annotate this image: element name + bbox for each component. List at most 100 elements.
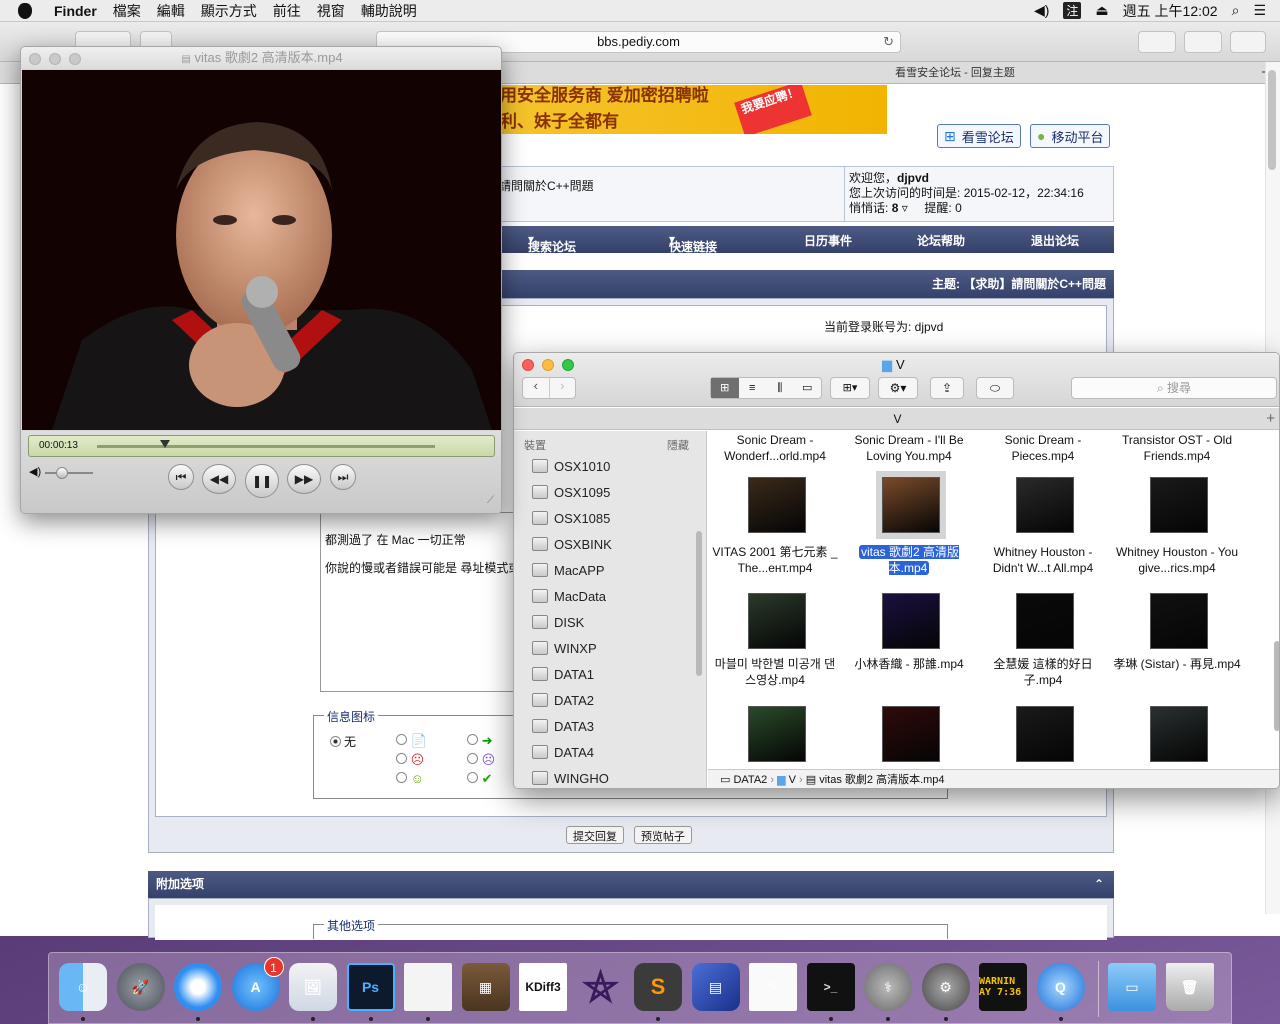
sidebar-scroll-thumb[interactable] [696,531,702,676]
sidebar-device-macdata[interactable]: MacData [532,583,606,609]
icon-option-check[interactable]: ✔ [467,771,493,787]
icon-option-arrow[interactable]: ➜ [467,733,493,749]
tag-icon[interactable]: ⬭ [976,377,1014,399]
arrange-button[interactable]: ⊞▾ [830,377,870,399]
close-button[interactable] [29,53,41,65]
icon-view-icon[interactable]: ⊞ [711,378,739,398]
menu-app-name[interactable]: Finder [46,3,105,19]
sidebar-device-data3[interactable]: DATA3 [532,713,594,739]
finder-tab-title[interactable]: V [893,412,901,426]
finder-zoom-button[interactable] [562,359,574,371]
books-icon[interactable]: ▤ [691,963,740,1011]
path-folder[interactable]: V [789,774,796,786]
timeline-lcd[interactable]: 00:00:13 [28,435,495,457]
reload-icon[interactable]: ↻ [883,32,894,52]
timeline-track[interactable] [97,440,435,448]
video-thumbnail[interactable] [882,706,940,762]
textedit-icon[interactable] [404,963,452,1011]
trash-icon[interactable]: 🗑 [1165,963,1214,1011]
sidebar-device-osx1010[interactable]: OSX1010 [532,453,610,479]
sidebar-device-macapp[interactable]: MacAPP [532,557,605,583]
zoom-button[interactable] [69,53,81,65]
pause-button[interactable]: ❚❚ [245,464,279,498]
notes-icon[interactable]: ✎ [749,963,797,1011]
finder-close-button[interactable] [522,359,534,371]
sidebar-hide-button[interactable]: 隱藏 [667,437,689,453]
file-item[interactable]: Transistor OST - Old Friends.mp4 [1112,432,1242,464]
tab-active[interactable]: 看雪安全论坛 - 回复主题 [650,62,1260,84]
terminal-icon[interactable]: >_ [806,963,855,1011]
quicktime-icon[interactable]: Q [1036,963,1085,1011]
cover-flow-icon[interactable]: ▭ [794,378,822,398]
video-thumbnail[interactable] [1016,477,1074,533]
icon-option-angry[interactable]: ☹ [396,752,424,768]
nav-forum-help[interactable]: 论坛帮助 [917,232,965,249]
file-item[interactable]: vitas 歌劇2 高清版本.mp4 [844,544,974,576]
finder-minimize-button[interactable] [542,359,554,371]
icon-option-document[interactable]: 📄 [396,733,427,749]
finder-icon[interactable]: ☺ [59,963,107,1011]
kdiff3-icon[interactable]: KDiff3 [519,963,567,1011]
rewind-button[interactable]: ◀◀ [202,464,236,494]
menu-window[interactable]: 視窗 [309,1,353,21]
video-thumbnail[interactable] [748,593,806,649]
sidebar-device-winxp[interactable]: WINXP [532,635,597,661]
downloads-button[interactable] [1230,31,1266,53]
mobile-platform-button[interactable]: ● 移动平台 [1030,124,1111,148]
page-scroll-thumb[interactable] [1268,70,1276,170]
back-arrow-icon[interactable]: ‹ [523,378,549,398]
path-file[interactable]: vitas 歌劇2 高清版本.mp4 [819,774,944,786]
video-thumbnail[interactable] [748,477,806,533]
video-frame[interactable] [22,70,501,430]
submit-reply-button[interactable]: 提交回复 [566,826,624,844]
menu-help[interactable]: 輔助說明 [353,1,425,21]
video-thumbnail[interactable] [876,471,946,539]
sidebar-device-wingho[interactable]: WINGHO [532,765,609,788]
volume-slider[interactable] [45,467,93,479]
downloads-folder-icon[interactable]: ▭ [1108,963,1156,1011]
file-item[interactable]: Sonic Dream - I'll Be Loving You.mp4 [844,432,974,464]
file-item[interactable]: 小林香織 - 那誰.mp4 [844,656,974,672]
calculator-icon[interactable]: ▦ [461,963,510,1011]
file-item[interactable]: Whitney Houston - You give...rics.mp4 [1112,544,1242,576]
list-view-icon[interactable]: ≡ [739,378,767,398]
video-thumbnail[interactable] [1016,706,1074,762]
video-thumbnail[interactable] [1150,593,1208,649]
menu-edit[interactable]: 編輯 [149,1,193,21]
chevron-down-icon[interactable]: ▿ [902,201,908,215]
notification-center-icon[interactable]: ☰ [1253,2,1266,19]
volume-icon[interactable]: ◀) [1034,2,1049,19]
nav-calendar[interactable]: 日历事件 [804,232,852,249]
file-item[interactable]: Sonic Dream - Wonderf...orld.mp4 [710,432,840,464]
skip-back-button[interactable]: ⏮ [168,464,194,490]
sublime-icon[interactable]: S [634,963,682,1011]
video-thumbnail[interactable] [1016,593,1074,649]
view-mode-switcher[interactable]: ⊞ ≡ ⫼ ▭ [710,377,822,399]
file-item[interactable]: 全慧媛 這樣的好日子.mp4 [978,656,1108,688]
attach-options-bar[interactable]: 附加选项 ⌃ [148,871,1114,898]
spotlight-search-icon[interactable]: ⌕ [1232,2,1240,19]
pentagram-icon[interactable]: ⛤ [577,963,625,1011]
video-thumbnail[interactable] [1150,477,1208,533]
column-view-icon[interactable]: ⫼ [766,378,794,398]
menu-go[interactable]: 前往 [265,1,309,21]
menu-view[interactable]: 顯示方式 [193,1,265,21]
resize-grip-icon[interactable]: ⟋ [487,495,494,506]
sidebar-device-data1[interactable]: DATA1 [532,661,594,687]
collapse-icon[interactable]: ⌃ [1094,871,1104,898]
kanxue-forum-button[interactable]: ⊞ 看雪论坛 [937,124,1021,148]
finder-search-field[interactable]: ⌕ 搜尋 [1071,377,1277,399]
file-item[interactable]: 孝琳 (Sistar) - 再見.mp4 [1112,656,1242,672]
launchpad-icon[interactable]: 🚀 [116,963,165,1011]
preview-icon[interactable]: 🖼 [289,963,337,1011]
sidebar-device-disk[interactable]: DISK [532,609,584,635]
disk-utility-icon[interactable]: ⚕ [864,963,912,1011]
photoshop-icon[interactable]: Ps [346,963,395,1011]
file-item[interactable]: Whitney Houston - Didn't W...t All.mp4 [978,544,1108,576]
system-prefs-icon[interactable]: ⚙ [921,963,970,1011]
apple-menu-icon[interactable] [18,2,32,19]
finder-back-forward[interactable]: ‹ › [522,377,576,399]
ad-banner[interactable]: 用安全服务商 爱加密招聘啦 利、妹子全都有 我要应聘！ [500,85,887,134]
icon-option-sad[interactable]: ☹ [467,752,495,768]
safari-icon[interactable]: ⊕ [174,963,222,1011]
